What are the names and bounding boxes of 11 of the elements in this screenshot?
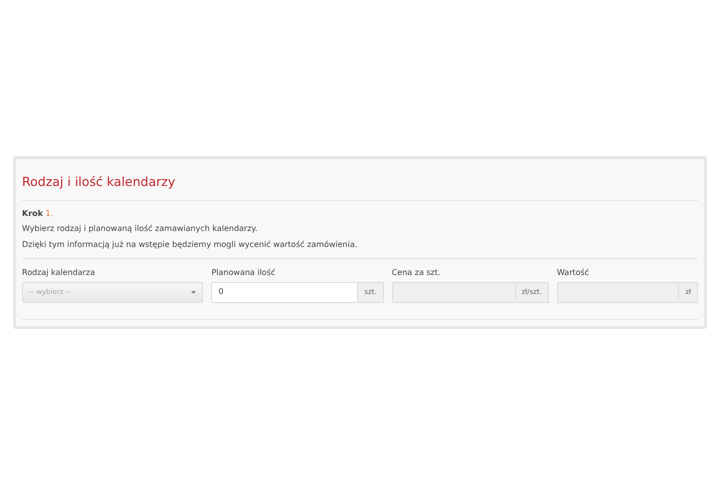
step-label: Krok [22,208,43,218]
field-label: Planowana ilość [211,266,276,279]
input-field[interactable]: 0 [211,282,358,303]
instruction-text: Wybierz rodzaj i planowaną ilość zamawianych kalendarzy. [22,224,259,234]
field-label: Cena za szt. [392,266,442,279]
step-number: 1. [46,208,54,218]
caret-icon [191,290,196,294]
instruction-text: Dzięki tym informacją już na wstępie będziemy mogli wycenić wartość zamówienia. [22,240,358,250]
field-label: Wartość [556,266,590,279]
field-label: Rodzaj kalendarza [22,266,96,279]
section-title: Rodzaj i ilość kalendarzy [22,173,176,191]
